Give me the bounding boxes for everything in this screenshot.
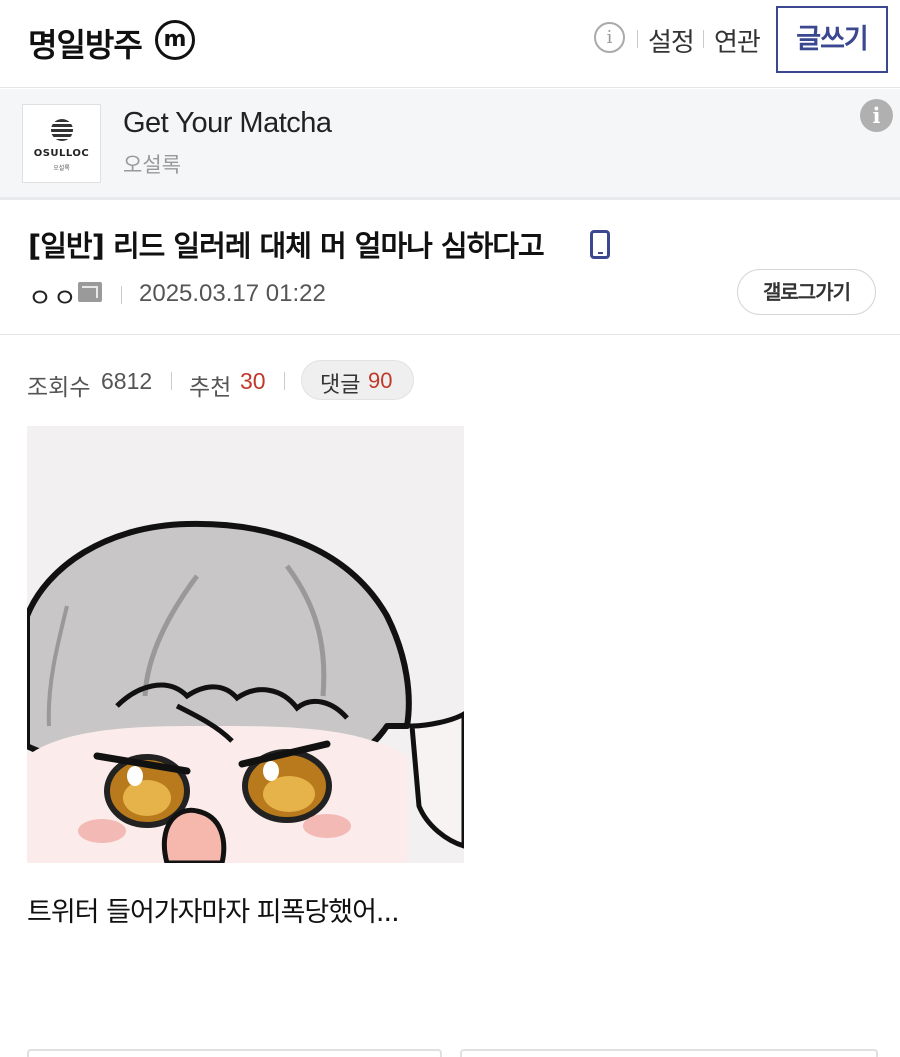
gallery-title[interactable]: 명일방주: [28, 20, 143, 66]
post-header: [일반] 리드 일러레 대체 머 얼마나 심하다고 ㅇㅇ 2025.03.17 …: [0, 200, 900, 335]
ad-logo-text: OSULLOC: [33, 148, 90, 159]
post-body-text: 트위터 들어가자마자 피폭당했어...: [27, 897, 400, 928]
minor-gallery-icon: m: [155, 20, 195, 60]
ad-info-icon[interactable]: i: [860, 99, 893, 132]
views-count: 6812: [101, 368, 153, 394]
gallery-header: 명일방주 m i 설정 연관 글쓰기: [0, 0, 900, 88]
ad-brand: 오설록: [123, 153, 181, 177]
post-author[interactable]: ㅇㅇ: [28, 278, 78, 315]
chibi-illustration: [27, 426, 464, 863]
post-title: [일반] 리드 일러레 대체 머 얼마나 심하다고: [28, 229, 545, 263]
header-divider: [703, 30, 704, 48]
post-date: 2025.03.17 01:22: [139, 280, 326, 307]
comment-count-button[interactable]: 댓글 90: [301, 360, 414, 400]
gallog-button[interactable]: 갤로그가기: [737, 269, 876, 315]
write-button[interactable]: 글쓰기: [776, 6, 888, 73]
related-link[interactable]: 연관: [714, 22, 761, 59]
comments-count: 90: [368, 368, 393, 393]
recommend-count: 30: [240, 368, 266, 394]
comments-label: 댓글: [320, 373, 361, 398]
header-divider: [637, 30, 638, 48]
stat-divider: [284, 372, 285, 390]
stat-divider: [171, 372, 172, 390]
ad-banner[interactable]: OSULLOC 오설록 Get Your Matcha 오설록 i: [0, 89, 900, 200]
meta-divider: [121, 286, 122, 304]
recommend-label: 추천: [189, 375, 232, 401]
ad-title[interactable]: Get Your Matcha: [123, 107, 332, 140]
ad-logo: OSULLOC 오설록: [22, 104, 101, 183]
related-post-card[interactable]: [460, 1049, 878, 1057]
fixed-nick-icon: [78, 282, 102, 302]
mobile-icon: [590, 230, 610, 259]
post-image[interactable]: [27, 426, 464, 863]
settings-link[interactable]: 설정: [648, 22, 695, 59]
brand-logo-icon: [51, 119, 73, 141]
related-post-card[interactable]: [27, 1049, 442, 1057]
ad-logo-subtext: 오설록: [53, 165, 70, 172]
views-label: 조회수: [27, 375, 91, 401]
info-icon[interactable]: i: [594, 22, 625, 53]
